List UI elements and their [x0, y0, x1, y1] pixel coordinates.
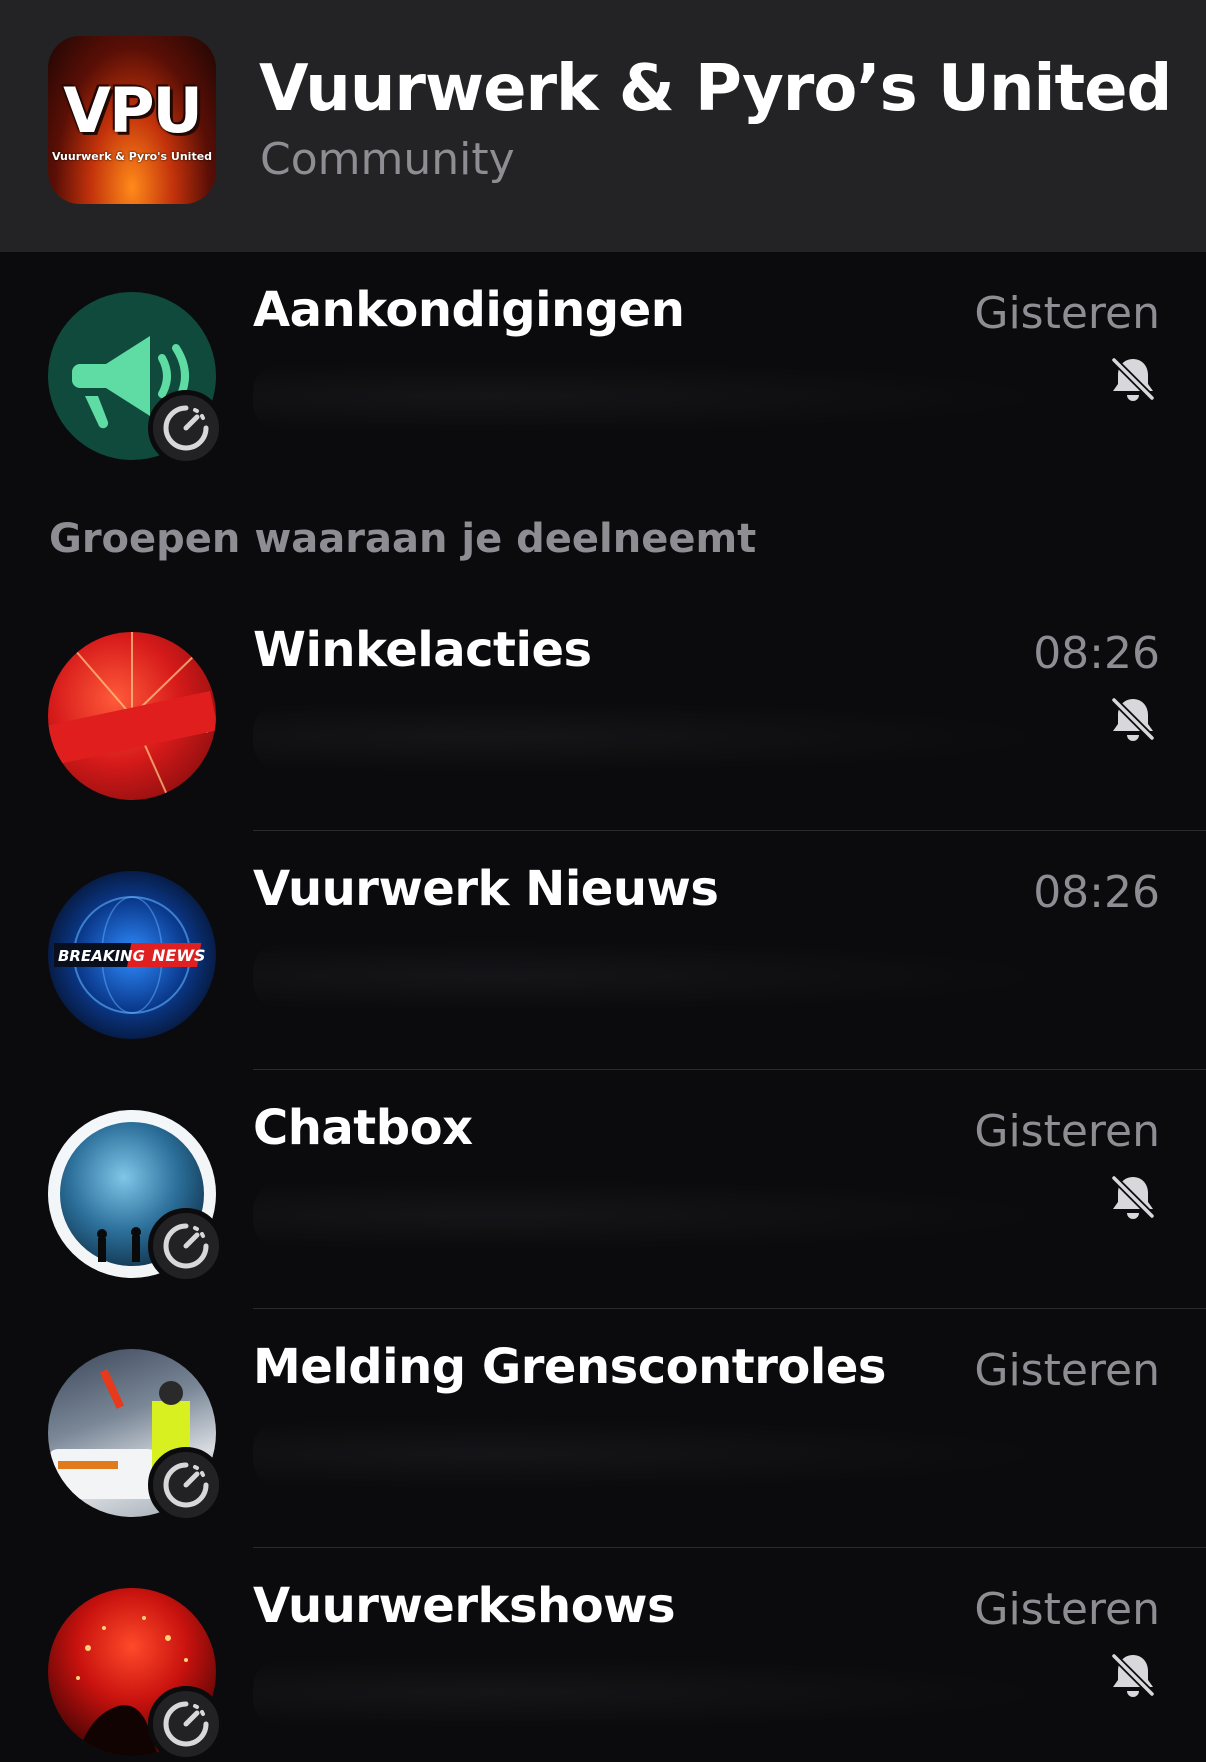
message-preview-blurred: [253, 702, 1053, 772]
logo-text: VPU: [63, 74, 203, 147]
chat-time: Gisteren: [974, 288, 1160, 339]
community-title: Vuurwerk & Pyro’s United: [259, 52, 1172, 126]
speedometer-icon: [148, 390, 224, 466]
chat-name: Vuurwerkshows: [253, 1578, 676, 1634]
message-preview-blurred: [253, 1419, 1053, 1489]
bell-muted-icon: [1110, 1174, 1156, 1220]
chat-name: Vuurwerk Nieuws: [253, 861, 719, 917]
avatar-text-breaking: BREAKING: [58, 947, 145, 965]
speedometer-icon: [148, 1686, 224, 1762]
chat-row-announcements[interactable]: Aankondigingen Gisteren: [0, 252, 1206, 490]
chat-name: Chatbox: [253, 1100, 473, 1156]
community-header[interactable]: VPU Vuurwerk & Pyro's United Vuurwerk & …: [0, 0, 1206, 252]
chat-name: Aankondigingen: [253, 282, 685, 338]
fireworks-promo-image: [48, 632, 216, 798]
message-preview-blurred: [253, 1180, 1053, 1250]
chat-row-vuurwerk-nieuws[interactable]: BREAKING NEWS Vuurwerk Nieuws 08:26: [0, 831, 1206, 1070]
bell-muted-icon: [1110, 1652, 1156, 1698]
vuurwerk-nieuws-avatar: BREAKING NEWS: [48, 871, 216, 1039]
message-preview-blurred: [253, 941, 1053, 1011]
community-subtitle: Community: [260, 134, 515, 185]
chat-row-chatbox[interactable]: Chatbox Gisteren: [0, 1070, 1206, 1309]
chat-row-melding-grenscontroles[interactable]: Melding Grenscontroles Gisteren: [0, 1309, 1206, 1548]
chat-time: 08:26: [1033, 867, 1160, 918]
chat-time: Gisteren: [974, 1106, 1160, 1157]
message-preview-blurred: [253, 1658, 1053, 1728]
chat-name: Winkelacties: [253, 622, 592, 678]
bell-muted-icon: [1110, 696, 1156, 742]
chat-time: Gisteren: [974, 1584, 1160, 1635]
winkelacties-avatar: [48, 632, 216, 800]
chat-row-vuurwerkshows[interactable]: Vuurwerkshows Gisteren: [0, 1548, 1206, 1762]
logo-subtext: Vuurwerk & Pyro's United: [51, 150, 213, 163]
avatar-text-news: NEWS: [152, 946, 206, 965]
speedometer-icon: [148, 1208, 224, 1284]
community-logo[interactable]: VPU Vuurwerk & Pyro's United: [48, 36, 216, 204]
message-preview-blurred: [253, 362, 1053, 432]
chat-time: 08:26: [1033, 628, 1160, 679]
speedometer-icon: [148, 1447, 224, 1523]
breaking-news-image: BREAKING NEWS: [54, 896, 206, 1014]
chat-row-winkelacties[interactable]: Winkelacties 08:26: [0, 592, 1206, 831]
bell-muted-icon: [1110, 356, 1156, 402]
section-label: Groepen waaraan je deelneemt: [49, 516, 757, 562]
chat-time: Gisteren: [974, 1345, 1160, 1396]
chat-name: Melding Grenscontroles: [253, 1339, 886, 1395]
